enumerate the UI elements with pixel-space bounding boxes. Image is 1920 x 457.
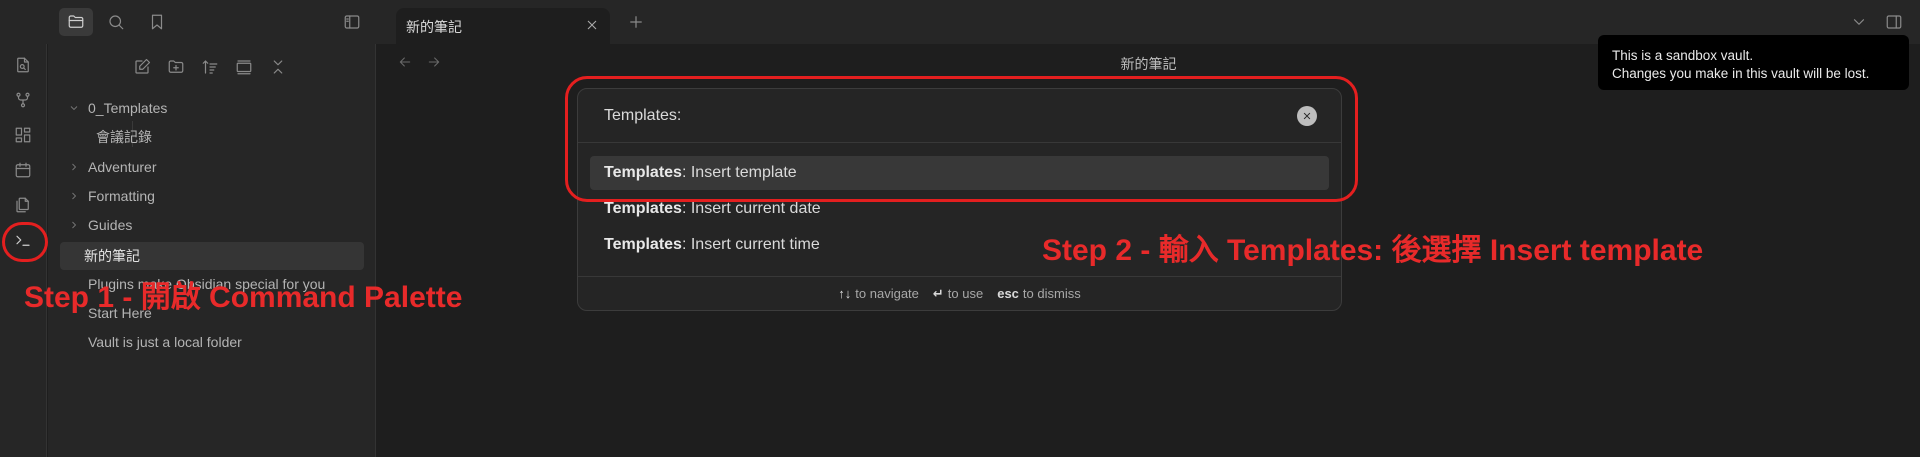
sidebar-left-icon	[344, 15, 360, 29]
file-meeting-notes[interactable]: 會議記錄	[90, 124, 364, 150]
new-note-button[interactable]	[131, 56, 153, 78]
bookmarks-tab-button[interactable]	[146, 11, 168, 33]
plus-icon	[630, 16, 642, 28]
search-tab-button[interactable]	[105, 11, 127, 33]
chevron-down-icon	[1853, 19, 1865, 25]
git-fork-icon	[16, 92, 30, 108]
suggestion-text: : Insert current date	[681, 200, 821, 217]
tree-item-label: 會議記錄	[96, 129, 152, 145]
tree-item-label: Guides	[88, 217, 133, 233]
gallery-vertical-icon	[236, 60, 252, 75]
hint-key: ↑↓	[838, 286, 852, 301]
annotation-ring-command-palette-button	[2, 222, 48, 262]
hint-text: to use	[947, 285, 984, 301]
annotation-ring-insert-template	[565, 76, 1358, 202]
hint-key: ↵	[932, 285, 944, 301]
tree-item-label: Adventurer	[88, 159, 157, 175]
file-explorer: 0_Templates 會議記錄 Adventurer Formatting G…	[48, 44, 376, 457]
new-folder-button[interactable]	[165, 56, 187, 78]
calendar-icon	[15, 162, 31, 178]
folder-plus-icon	[168, 60, 184, 73]
sidebar-right-icon	[1886, 15, 1902, 29]
files-icon	[16, 197, 29, 213]
hint-text: to dismiss	[1022, 286, 1081, 301]
sandbox-notice: This is a sandbox vault. Changes you mak…	[1598, 35, 1909, 90]
tree-item-label: Formatting	[88, 188, 155, 204]
tree-item-label: 0_Templates	[88, 100, 168, 116]
chevron-down-icon	[66, 100, 82, 116]
command-palette-footer: ↑↓ to navigate ↵ to use esc to dismiss	[578, 276, 1341, 310]
chevrons-down-up-icon	[273, 60, 283, 74]
collapse-all-button[interactable]	[267, 56, 289, 78]
quick-switcher-button[interactable]	[12, 54, 34, 76]
chevron-right-icon	[66, 217, 82, 233]
hint-text: to navigate	[855, 286, 919, 301]
hint-dismiss: esc to dismiss	[997, 286, 1081, 301]
close-icon	[587, 20, 597, 30]
templates-button[interactable]	[12, 194, 34, 216]
file-explorer-tab-button[interactable]	[59, 8, 93, 36]
sandbox-notice-line-2: Changes you make in this vault will be l…	[1612, 66, 1870, 81]
app-window: 新的筆記 0_Templates 會議記錄 Adventurer Formatt…	[0, 0, 1920, 457]
graph-view-button[interactable]	[12, 89, 34, 111]
chevron-right-icon	[66, 188, 82, 204]
bookmark-icon	[151, 14, 163, 30]
hint-use: ↵ to use	[933, 286, 983, 302]
sort-button[interactable]	[199, 56, 221, 78]
tab-new-note[interactable]: 新的筆記	[396, 8, 610, 44]
chevron-right-icon	[66, 159, 82, 175]
auto-reveal-button[interactable]	[233, 56, 255, 78]
annotation-step-2: Step 2 - 輸入 Templates: 後選擇 Insert templa…	[1042, 234, 1704, 267]
tree-item-label: Vault is just a local folder	[88, 334, 242, 350]
suggestion-text: : Insert current time	[681, 236, 820, 253]
edit-icon	[135, 58, 151, 74]
tree-item-label: 新的筆記	[84, 248, 140, 264]
sort-icon	[202, 60, 218, 74]
canvas-button[interactable]	[12, 124, 34, 146]
layout-dashboard-icon	[15, 127, 31, 143]
folder-formatting[interactable]: Formatting	[60, 183, 364, 209]
tab-close-button[interactable]	[584, 17, 602, 35]
folder-icon	[68, 15, 84, 28]
folder-adventurer[interactable]: Adventurer	[60, 154, 364, 180]
file-vault-local-folder[interactable]: Vault is just a local folder	[60, 329, 364, 355]
folder-0-templates[interactable]: 0_Templates	[60, 95, 364, 121]
suggestion-prefix: Templates	[604, 200, 682, 217]
search-icon	[109, 15, 124, 30]
toggle-right-sidebar-button[interactable]	[1883, 11, 1905, 33]
toggle-left-sidebar-button[interactable]	[341, 11, 363, 33]
annotation-step-1: Step 1 - 開啟 Command Palette	[24, 281, 463, 314]
tab-label: 新的筆記	[406, 19, 462, 35]
sandbox-notice-line-1: This is a sandbox vault.	[1612, 48, 1754, 63]
hint-navigate: ↑↓ to navigate	[838, 286, 919, 301]
hint-key: esc	[997, 286, 1019, 301]
tab-list-dropdown[interactable]	[1848, 11, 1870, 33]
new-tab-button[interactable]	[625, 11, 647, 33]
daily-note-button[interactable]	[12, 159, 34, 181]
file-search-icon	[17, 57, 29, 73]
file-new-note[interactable]: 新的筆記	[60, 242, 364, 270]
suggestion-prefix: Templates	[604, 236, 682, 253]
folder-guides[interactable]: Guides	[60, 212, 364, 238]
